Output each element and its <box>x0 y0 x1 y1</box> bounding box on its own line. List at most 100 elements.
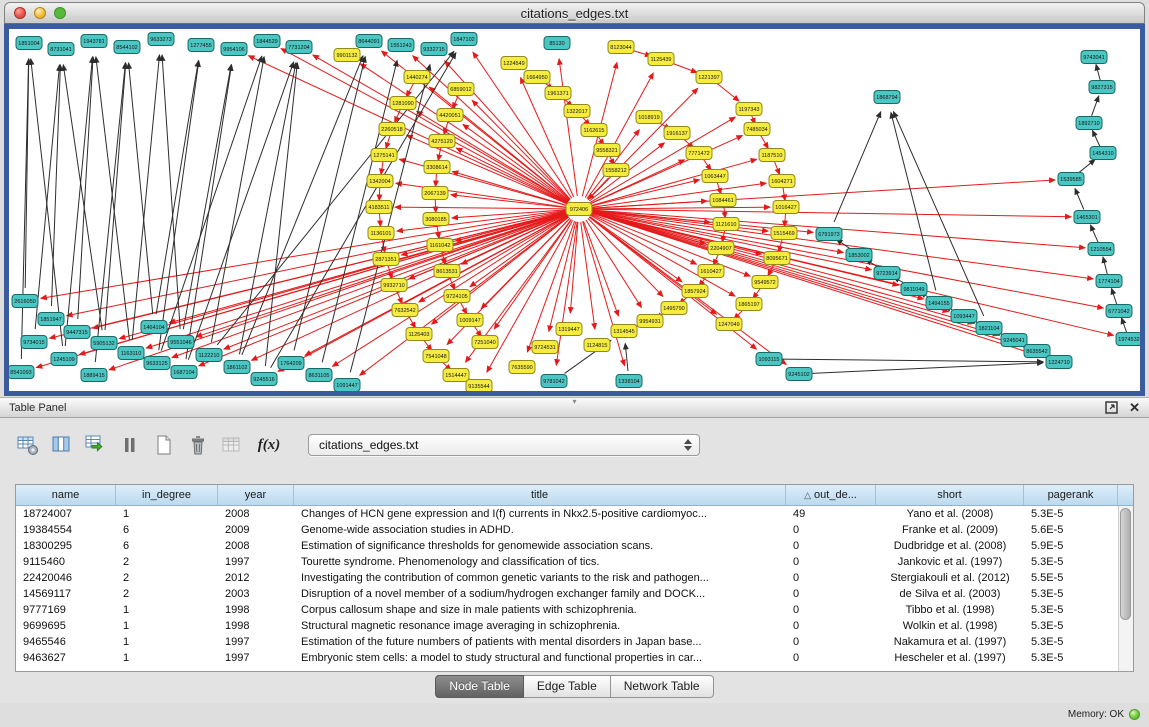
tab-node-table[interactable]: Node Table <box>435 675 524 698</box>
network-node[interactable]: 1277455 <box>188 39 214 52</box>
network-node[interactable]: 1122210 <box>196 349 222 362</box>
network-node[interactable]: 1322017 <box>564 105 590 118</box>
network-node[interactable]: 1774104 <box>1096 275 1122 288</box>
network-canvas[interactable]: 1851004873104119437818544102963327312774… <box>9 29 1140 391</box>
network-node[interactable]: 1319447 <box>556 323 582 336</box>
cell-title[interactable]: Disruption of a novel member of a sodium… <box>294 588 786 600</box>
close-window-button[interactable] <box>14 7 26 19</box>
network-node[interactable]: 2260518 <box>379 123 405 136</box>
network-node[interactable]: 1275141 <box>371 149 397 162</box>
network-node[interactable]: 1664950 <box>524 71 550 84</box>
cell-name[interactable]: 14569117 <box>16 588 116 600</box>
network-node[interactable]: 85130 <box>544 37 570 50</box>
cell-out_degree[interactable]: 0 <box>786 652 876 664</box>
network-node[interactable]: 9734015 <box>21 336 47 349</box>
cell-name[interactable]: 9115460 <box>16 556 116 568</box>
cell-name[interactable]: 9699695 <box>16 620 116 632</box>
cell-year[interactable]: 1997 <box>218 556 294 568</box>
cell-pagerank[interactable]: 5.3E-5 <box>1024 508 1118 520</box>
network-node[interactable]: 9781042 <box>541 375 567 388</box>
cell-out_degree[interactable]: 0 <box>786 620 876 632</box>
network-node[interactable]: 2204907 <box>708 242 734 255</box>
network-node[interactable]: 1187510 <box>759 149 785 162</box>
cell-title[interactable]: Genome-wide association studies in ADHD. <box>294 524 786 536</box>
network-node[interactable]: 7771472 <box>686 147 712 160</box>
network-node[interactable]: 1551243 <box>388 39 414 52</box>
network-node[interactable]: 1514447 <box>443 369 469 382</box>
tab-edge-table[interactable]: Edge Table <box>524 675 611 698</box>
network-node[interactable]: 7251040 <box>472 336 498 349</box>
network-node[interactable]: 9558321 <box>594 144 620 157</box>
network-node[interactable]: 9743041 <box>1081 51 1107 64</box>
table-row[interactable]: 977716911998Corpus callosum shape and si… <box>16 602 1118 618</box>
minimize-window-button[interactable] <box>34 7 46 19</box>
network-node[interactable]: 8631105 <box>306 369 332 382</box>
network-node[interactable]: 1224549 <box>501 57 527 70</box>
network-node[interactable]: 6791973 <box>816 228 842 241</box>
network-node[interactable]: 1063447 <box>702 170 728 183</box>
network-node[interactable]: 1961371 <box>545 87 571 100</box>
merge-rows-icon[interactable] <box>118 432 142 458</box>
table-row[interactable]: 1456911722003Disruption of a novel membe… <box>16 586 1118 602</box>
close-panel-icon[interactable]: ✕ <box>1129 401 1140 414</box>
network-node[interactable]: 1093447 <box>951 310 977 323</box>
network-node[interactable]: 1889415 <box>81 369 107 382</box>
cell-out_degree[interactable]: 0 <box>786 588 876 600</box>
network-node[interactable]: 1844529 <box>254 35 280 48</box>
cell-in_degree[interactable]: 1 <box>116 636 218 648</box>
cell-year[interactable]: 2009 <box>218 524 294 536</box>
cell-pagerank[interactable]: 5.3E-5 <box>1024 636 1118 648</box>
column-header-in_degree[interactable]: in_degree <box>116 485 218 505</box>
network-node[interactable]: 6859012 <box>448 83 474 96</box>
cell-pagerank[interactable]: 5.3E-5 <box>1024 588 1118 600</box>
network-node[interactable]: 9135544 <box>466 380 492 392</box>
network-node[interactable]: 9633125 <box>144 357 170 370</box>
table-settings-icon[interactable] <box>16 432 40 458</box>
cell-in_degree[interactable]: 1 <box>116 604 218 616</box>
network-node[interactable]: 5905132 <box>91 337 117 350</box>
column-header-short[interactable]: short <box>876 485 1024 505</box>
cell-in_degree[interactable]: 2 <box>116 588 218 600</box>
network-node[interactable]: 3308614 <box>424 161 450 174</box>
cell-name[interactable]: 22420046 <box>16 572 116 584</box>
network-node[interactable]: 9447315 <box>64 326 90 339</box>
cell-in_degree[interactable]: 6 <box>116 540 218 552</box>
network-node[interactable]: 1610427 <box>698 265 724 278</box>
cell-pagerank[interactable]: 5.3E-5 <box>1024 604 1118 616</box>
network-node[interactable]: 9723914 <box>874 267 900 280</box>
network-node[interactable]: 1121610 <box>713 218 739 231</box>
cell-title[interactable]: Structural magnetic resonance image aver… <box>294 620 786 632</box>
cell-name[interactable]: 9463627 <box>16 652 116 664</box>
cell-in_degree[interactable]: 2 <box>116 556 218 568</box>
table-row[interactable]: 1830029562008Estimation of significance … <box>16 538 1118 554</box>
column-header-out_degree[interactable]: △out_de... <box>786 485 876 505</box>
network-node[interactable]: 1539585 <box>1058 173 1084 186</box>
scrollbar-thumb[interactable] <box>1120 508 1131 620</box>
cell-year[interactable]: 2012 <box>218 572 294 584</box>
network-node[interactable]: 1221397 <box>696 71 722 84</box>
cell-title[interactable]: Estimation of the future numbers of pati… <box>294 636 786 648</box>
table-row[interactable]: 946362711997Embryonic stem cells: a mode… <box>16 650 1118 666</box>
network-node-hub[interactable]: 972406 <box>566 203 592 216</box>
apply-function-button[interactable]: f(x) <box>254 432 284 458</box>
cell-year[interactable]: 2008 <box>218 508 294 520</box>
network-node[interactable]: 1338104 <box>616 375 642 388</box>
network-node[interactable]: 1865197 <box>736 298 762 311</box>
network-node[interactable]: 2871351 <box>373 253 399 266</box>
network-node[interactable]: 9245516 <box>251 373 277 386</box>
cell-title[interactable]: Estimation of significance thresholds fo… <box>294 540 786 552</box>
cell-pagerank[interactable]: 5.9E-5 <box>1024 540 1118 552</box>
cell-in_degree[interactable]: 2 <box>116 572 218 584</box>
network-node[interactable]: 1465301 <box>1074 211 1100 224</box>
cell-name[interactable]: 18300295 <box>16 540 116 552</box>
network-node[interactable]: 1916137 <box>664 127 690 140</box>
network-node[interactable]: 8095671 <box>764 252 790 265</box>
network-node[interactable]: 1861102 <box>224 361 250 374</box>
column-header-pagerank[interactable]: pagerank <box>1024 485 1118 505</box>
new-document-icon[interactable] <box>152 432 176 458</box>
cell-pagerank[interactable]: 5.3E-5 <box>1024 556 1118 568</box>
network-node[interactable]: 9332715 <box>421 43 447 56</box>
network-node[interactable]: 2616050 <box>12 295 38 308</box>
cell-title[interactable]: Embryonic stem cells: a model to study s… <box>294 652 786 664</box>
network-node[interactable]: 1091447 <box>334 379 360 392</box>
